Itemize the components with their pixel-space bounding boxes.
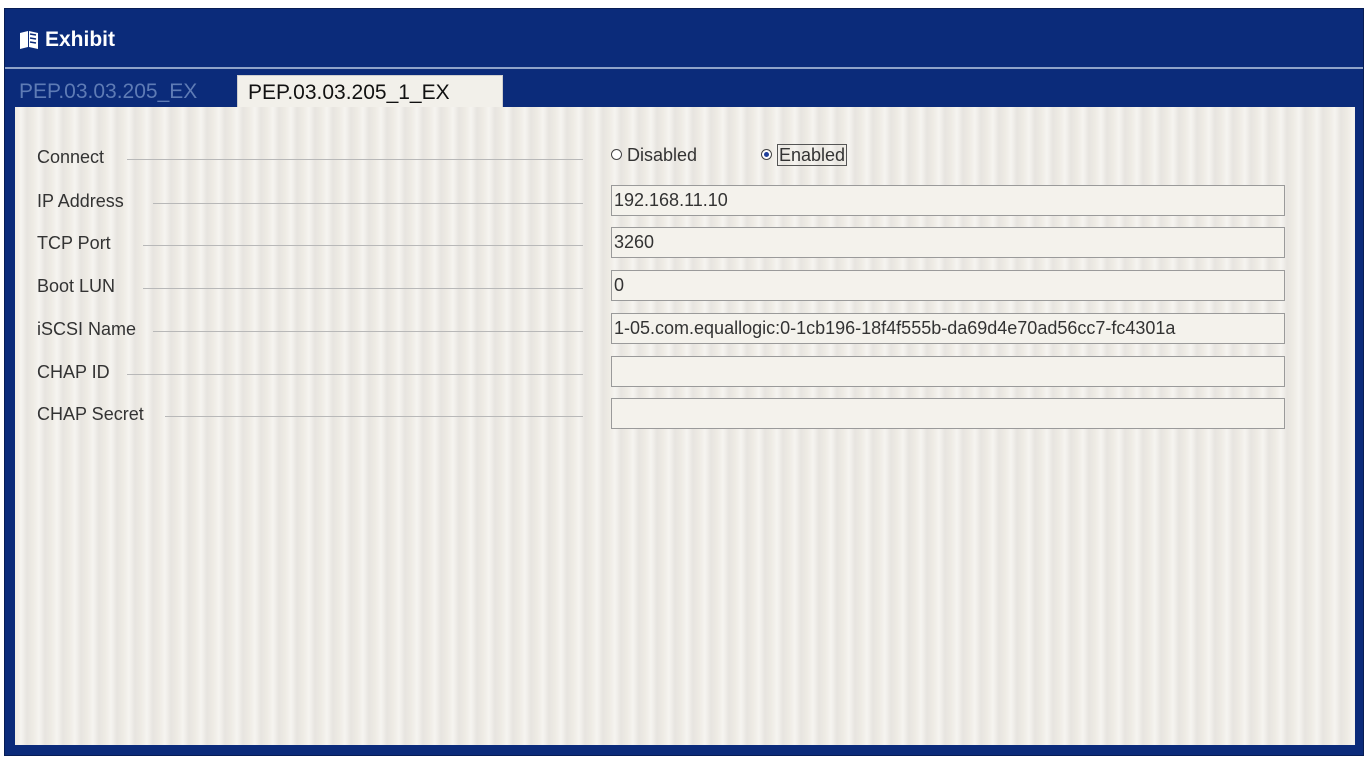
connect-label: Connect xyxy=(37,147,105,167)
radio-unchecked-icon xyxy=(611,148,622,160)
exhibit-window: Exhibit PEP.03.03.205_EX PEP.03.03.205_1… xyxy=(4,8,1364,756)
iscsi-name-field[interactable]: 1-05.com.equallogic:0-1cb196-18f4f555b-d… xyxy=(611,313,1285,344)
connect-row: Connect Disabled Enabled xyxy=(15,141,1355,177)
chap-id-label: CHAP ID xyxy=(37,362,110,382)
leader-line xyxy=(143,245,583,246)
leader-line xyxy=(127,159,583,160)
leader-line xyxy=(153,331,583,332)
book-icon xyxy=(18,30,40,50)
boot-lun-label: Boot LUN xyxy=(37,276,116,296)
chap-id-row: CHAP ID xyxy=(15,356,1355,392)
radio-disabled-label: Disabled xyxy=(627,145,698,165)
leader-line xyxy=(165,416,583,417)
leader-line xyxy=(143,288,583,289)
tcp-port-row: TCP Port 3260 xyxy=(15,227,1355,263)
ip-address-label: IP Address xyxy=(37,191,124,211)
boot-lun-field[interactable]: 0 xyxy=(611,270,1285,301)
title-bar: Exhibit xyxy=(5,9,1363,67)
leader-line xyxy=(153,203,583,204)
tab-pep-03-03-205-ex[interactable]: PEP.03.03.205_EX xyxy=(9,75,231,109)
window-title: Exhibit xyxy=(45,28,116,51)
radio-enabled-label: Enabled xyxy=(777,144,848,166)
settings-panel: Connect Disabled Enabled IP Address 192.… xyxy=(15,107,1355,745)
boot-lun-row: Boot LUN 0 xyxy=(15,270,1355,306)
radio-enabled[interactable]: Enabled xyxy=(761,144,848,166)
tcp-port-label: TCP Port xyxy=(37,233,111,253)
iscsi-name-row: iSCSI Name 1-05.com.equallogic:0-1cb196-… xyxy=(15,313,1355,349)
chap-secret-field[interactable] xyxy=(611,398,1285,429)
radio-disabled[interactable]: Disabled xyxy=(611,145,697,166)
tcp-port-field[interactable]: 3260 xyxy=(611,227,1285,258)
leader-line xyxy=(127,374,583,375)
ip-address-row: IP Address 192.168.11.10 xyxy=(15,185,1355,221)
chap-secret-row: CHAP Secret xyxy=(15,398,1355,434)
iscsi-name-label: iSCSI Name xyxy=(37,319,137,339)
radio-checked-icon xyxy=(761,148,772,160)
chap-id-field[interactable] xyxy=(611,356,1285,387)
tab-strip: PEP.03.03.205_EX PEP.03.03.205_1_EX xyxy=(5,67,1363,109)
chap-secret-label: CHAP Secret xyxy=(37,404,144,424)
ip-address-field[interactable]: 192.168.11.10 xyxy=(611,185,1285,216)
tab-pep-03-03-205-1-ex[interactable]: PEP.03.03.205_1_EX xyxy=(237,75,503,109)
